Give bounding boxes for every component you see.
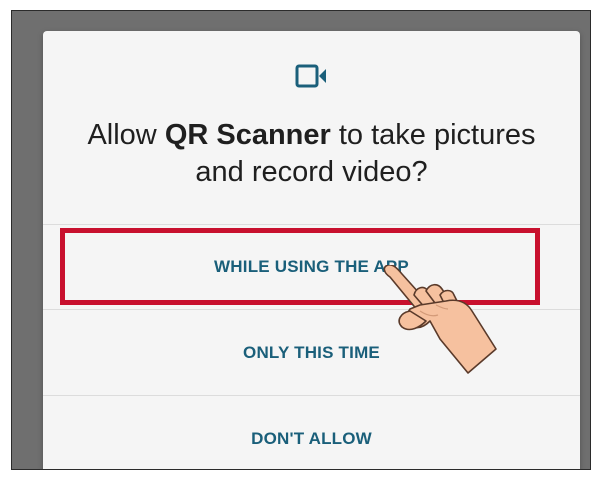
while-using-the-app-button[interactable]: WHILE USING THE APP xyxy=(43,227,580,307)
dialog-title: Allow QR Scanner to take pictures and re… xyxy=(63,117,560,191)
divider xyxy=(43,224,580,225)
permission-dialog: Allow QR Scanner to take pictures and re… xyxy=(43,31,580,469)
video-camera-icon xyxy=(295,64,326,88)
divider xyxy=(43,395,580,396)
dont-allow-button[interactable]: DON'T ALLOW xyxy=(43,399,580,469)
title-prefix: Allow xyxy=(87,119,165,151)
divider xyxy=(43,309,580,310)
app-name: QR Scanner xyxy=(164,119,331,151)
only-this-time-button[interactable]: ONLY THIS TIME xyxy=(43,313,580,393)
device-screen: Allow QR Scanner to take pictures and re… xyxy=(11,10,591,470)
